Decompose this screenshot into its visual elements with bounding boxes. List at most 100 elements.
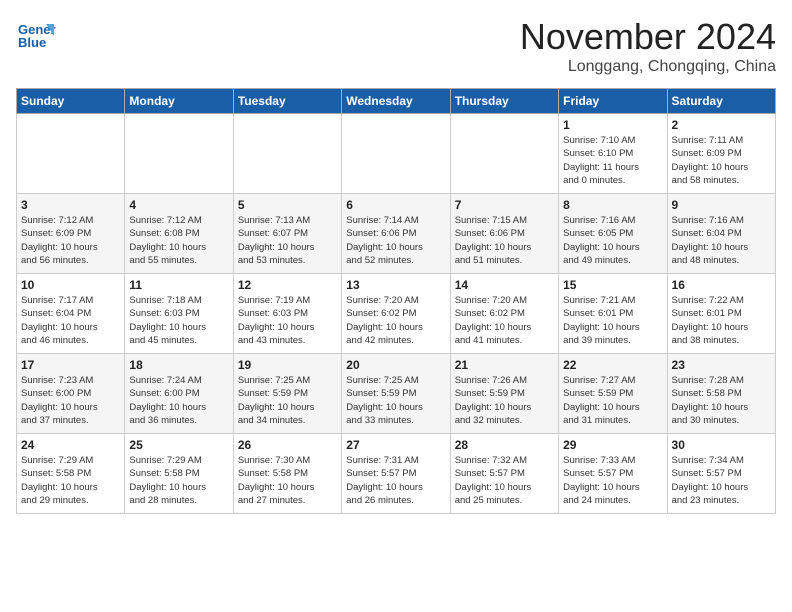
day-number: 18 <box>129 358 228 372</box>
day-info: Sunrise: 7:32 AM Sunset: 5:57 PM Dayligh… <box>455 454 554 507</box>
weekday-header: Sunday <box>17 89 125 114</box>
calendar-day-cell <box>342 114 450 194</box>
calendar-day-cell: 20Sunrise: 7:25 AM Sunset: 5:59 PM Dayli… <box>342 354 450 434</box>
day-number: 28 <box>455 438 554 452</box>
calendar-day-cell: 30 Sunrise: 7:34 AM Sunset: 5:57 PM Dayli… <box>667 434 775 514</box>
day-number: 20 <box>346 358 445 372</box>
calendar-day-cell: 23 Sunrise: 7:28 AM Sunset: 5:58 PM Dayli… <box>667 354 775 434</box>
day-info: Sunrise: 7:20 AM Sunset: 6:02 PM Dayligh… <box>455 294 554 347</box>
day-info: Sunrise: 7:26 AM Sunset: 5:59 PM Dayligh… <box>455 374 554 427</box>
day-info: Sunrise: 7:24 AM Sunset: 6:00 PM Dayligh… <box>129 374 228 427</box>
calendar-day-cell: 26 Sunrise: 7:30 AM Sunset: 5:58 PM Dayli… <box>233 434 341 514</box>
weekday-header: Saturday <box>667 89 775 114</box>
day-number: 26 <box>238 438 337 452</box>
day-info: Sunrise: 7:34 AM Sunset: 5:57 PM Dayligh… <box>672 454 771 507</box>
day-info: Sunrise: 7:16 AM Sunset: 6:05 PM Dayligh… <box>563 214 662 267</box>
day-number: 16 <box>672 278 771 292</box>
calendar-day-cell: 4 Sunrise: 7:12 AM Sunset: 6:08 PM Daylig… <box>125 194 233 274</box>
calendar-day-cell: 3Sunrise: 7:12 AM Sunset: 6:09 PM Daylig… <box>17 194 125 274</box>
weekday-header: Tuesday <box>233 89 341 114</box>
calendar-week-row: 3Sunrise: 7:12 AM Sunset: 6:09 PM Daylig… <box>17 194 776 274</box>
day-number: 2 <box>672 118 771 132</box>
calendar-day-cell: 22 Sunrise: 7:27 AM Sunset: 5:59 PM Dayli… <box>559 354 667 434</box>
calendar-day-cell: 14Sunrise: 7:20 AM Sunset: 6:02 PM Dayli… <box>450 274 558 354</box>
calendar-day-cell <box>125 114 233 194</box>
weekday-header: Wednesday <box>342 89 450 114</box>
calendar-day-cell: 19 Sunrise: 7:25 AM Sunset: 5:59 PM Dayli… <box>233 354 341 434</box>
day-number: 6 <box>346 198 445 212</box>
calendar-day-cell: 28 Sunrise: 7:32 AM Sunset: 5:57 PM Dayli… <box>450 434 558 514</box>
day-number: 27 <box>346 438 445 452</box>
day-number: 8 <box>563 198 662 212</box>
day-number: 13 <box>346 278 445 292</box>
location: Longgang, Chongqing, China <box>520 58 776 76</box>
day-info: Sunrise: 7:17 AM Sunset: 6:04 PM Dayligh… <box>21 294 120 347</box>
calendar-day-cell: 12 Sunrise: 7:19 AM Sunset: 6:03 PM Dayli… <box>233 274 341 354</box>
calendar-day-cell: 5 Sunrise: 7:13 AM Sunset: 6:07 PM Daylig… <box>233 194 341 274</box>
day-number: 7 <box>455 198 554 212</box>
calendar-day-cell: 17 Sunrise: 7:23 AM Sunset: 6:00 PM Dayli… <box>17 354 125 434</box>
day-info: Sunrise: 7:21 AM Sunset: 6:01 PM Dayligh… <box>563 294 662 347</box>
day-number: 23 <box>672 358 771 372</box>
calendar-week-row: 1Sunrise: 7:10 AM Sunset: 6:10 PM Daylig… <box>17 114 776 194</box>
day-number: 30 <box>672 438 771 452</box>
calendar-day-cell <box>17 114 125 194</box>
day-info: Sunrise: 7:12 AM Sunset: 6:08 PM Dayligh… <box>129 214 228 267</box>
day-number: 29 <box>563 438 662 452</box>
calendar-body: 1Sunrise: 7:10 AM Sunset: 6:10 PM Daylig… <box>17 114 776 514</box>
day-info: Sunrise: 7:22 AM Sunset: 6:01 PM Dayligh… <box>672 294 771 347</box>
calendar-day-cell: 27 Sunrise: 7:31 AM Sunset: 5:57 PM Dayli… <box>342 434 450 514</box>
calendar-day-cell: 9Sunrise: 7:16 AM Sunset: 6:04 PM Daylig… <box>667 194 775 274</box>
day-number: 19 <box>238 358 337 372</box>
day-info: Sunrise: 7:18 AM Sunset: 6:03 PM Dayligh… <box>129 294 228 347</box>
calendar-day-cell: 10 Sunrise: 7:17 AM Sunset: 6:04 PM Dayli… <box>17 274 125 354</box>
calendar-day-cell: 1Sunrise: 7:10 AM Sunset: 6:10 PM Daylig… <box>559 114 667 194</box>
day-info: Sunrise: 7:12 AM Sunset: 6:09 PM Dayligh… <box>21 214 120 267</box>
title-block: November 2024 Longgang, Chongqing, China <box>520 16 776 76</box>
day-info: Sunrise: 7:20 AM Sunset: 6:02 PM Dayligh… <box>346 294 445 347</box>
calendar-day-cell: 24Sunrise: 7:29 AM Sunset: 5:58 PM Dayli… <box>17 434 125 514</box>
weekday-header-row: SundayMondayTuesdayWednesdayThursdayFrid… <box>17 89 776 114</box>
calendar-table: SundayMondayTuesdayWednesdayThursdayFrid… <box>16 88 776 514</box>
calendar-day-cell: 7 Sunrise: 7:15 AM Sunset: 6:06 PM Daylig… <box>450 194 558 274</box>
day-info: Sunrise: 7:30 AM Sunset: 5:58 PM Dayligh… <box>238 454 337 507</box>
day-info: Sunrise: 7:31 AM Sunset: 5:57 PM Dayligh… <box>346 454 445 507</box>
day-number: 12 <box>238 278 337 292</box>
calendar-day-cell: 21 Sunrise: 7:26 AM Sunset: 5:59 PM Dayli… <box>450 354 558 434</box>
calendar-day-cell: 29 Sunrise: 7:33 AM Sunset: 5:57 PM Dayli… <box>559 434 667 514</box>
day-number: 24 <box>21 438 120 452</box>
day-number: 17 <box>21 358 120 372</box>
weekday-header: Monday <box>125 89 233 114</box>
day-info: Sunrise: 7:13 AM Sunset: 6:07 PM Dayligh… <box>238 214 337 267</box>
day-info: Sunrise: 7:25 AM Sunset: 5:59 PM Dayligh… <box>238 374 337 427</box>
calendar-day-cell: 15Sunrise: 7:21 AM Sunset: 6:01 PM Dayli… <box>559 274 667 354</box>
day-info: Sunrise: 7:23 AM Sunset: 6:00 PM Dayligh… <box>21 374 120 427</box>
day-info: Sunrise: 7:33 AM Sunset: 5:57 PM Dayligh… <box>563 454 662 507</box>
logo: General Blue <box>16 16 56 56</box>
day-info: Sunrise: 7:15 AM Sunset: 6:06 PM Dayligh… <box>455 214 554 267</box>
svg-text:Blue: Blue <box>18 35 46 50</box>
calendar-day-cell: 18 Sunrise: 7:24 AM Sunset: 6:00 PM Dayli… <box>125 354 233 434</box>
day-info: Sunrise: 7:28 AM Sunset: 5:58 PM Dayligh… <box>672 374 771 427</box>
day-number: 10 <box>21 278 120 292</box>
day-number: 21 <box>455 358 554 372</box>
calendar-week-row: 17 Sunrise: 7:23 AM Sunset: 6:00 PM Dayli… <box>17 354 776 434</box>
day-number: 5 <box>238 198 337 212</box>
day-number: 22 <box>563 358 662 372</box>
calendar-day-cell: 25Sunrise: 7:29 AM Sunset: 5:58 PM Dayli… <box>125 434 233 514</box>
calendar-day-cell: 16 Sunrise: 7:22 AM Sunset: 6:01 PM Dayli… <box>667 274 775 354</box>
day-info: Sunrise: 7:27 AM Sunset: 5:59 PM Dayligh… <box>563 374 662 427</box>
calendar-week-row: 10 Sunrise: 7:17 AM Sunset: 6:04 PM Dayli… <box>17 274 776 354</box>
calendar-day-cell <box>450 114 558 194</box>
weekday-header: Thursday <box>450 89 558 114</box>
day-info: Sunrise: 7:14 AM Sunset: 6:06 PM Dayligh… <box>346 214 445 267</box>
day-info: Sunrise: 7:29 AM Sunset: 5:58 PM Dayligh… <box>129 454 228 507</box>
day-info: Sunrise: 7:19 AM Sunset: 6:03 PM Dayligh… <box>238 294 337 347</box>
day-info: Sunrise: 7:10 AM Sunset: 6:10 PM Dayligh… <box>563 134 662 187</box>
calendar-day-cell: 8 Sunrise: 7:16 AM Sunset: 6:05 PM Daylig… <box>559 194 667 274</box>
calendar-week-row: 24 Sunrise: 7:29 AM Sunset: 5:58 PM Dayli… <box>17 434 776 514</box>
calendar-header: SundayMondayTuesdayWednesdayThursdayFrid… <box>17 89 776 114</box>
day-number: 4 <box>129 198 228 212</box>
day-number: 11 <box>129 278 228 292</box>
calendar-day-cell: 2Sunrise: 7:11 AM Sunset: 6:09 PM Daylig… <box>667 114 775 194</box>
